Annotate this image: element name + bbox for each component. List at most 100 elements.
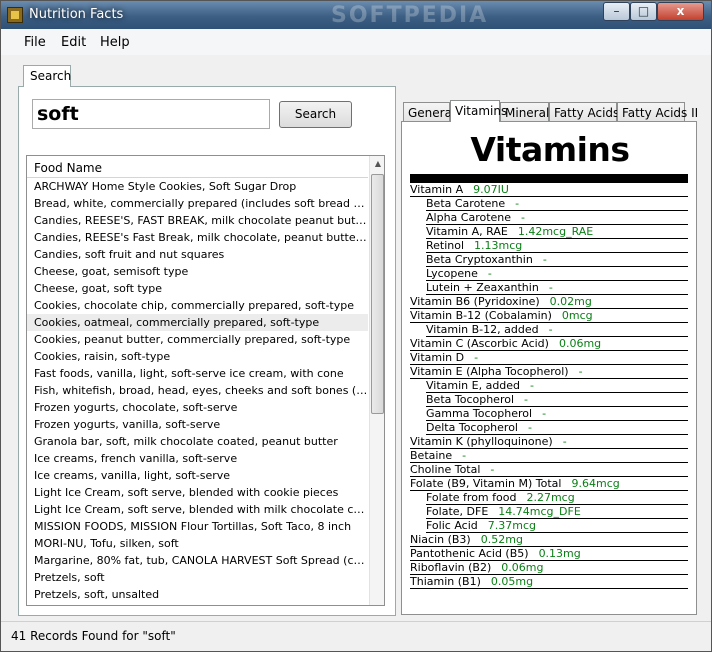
list-item[interactable]: Cookies, oatmeal, commercially prepared,…: [27, 314, 368, 331]
vitamin-value: 0.06mg: [501, 561, 544, 574]
vitamin-row: Vitamin D-: [410, 351, 688, 365]
scroll-up-icon[interactable]: ▲: [370, 156, 384, 172]
vitamin-row: Vitamin A 9.07IU: [410, 183, 688, 197]
list-item[interactable]: Candies, soft fruit and nut squares: [27, 246, 368, 263]
list-item[interactable]: Bread, white, commercially prepared (inc…: [27, 195, 368, 212]
list-item[interactable]: Light Ice Cream, soft serve, blended wit…: [27, 501, 368, 518]
list-item[interactable]: Fish, whitefish, broad, head, eyes, chee…: [27, 382, 368, 399]
close-button[interactable]: x: [657, 2, 704, 21]
vitamin-label: Vitamin E (Alpha Tocopherol): [410, 365, 569, 378]
vitamin-row: Folate (B9, Vitamin M) Total 9.64mcg: [410, 477, 688, 491]
list-item[interactable]: Granola bar, soft, milk chocolate coated…: [27, 433, 368, 450]
vitamin-label: Vitamin B-12 (Cobalamin): [410, 309, 552, 322]
vitamin-value: 7.37mcg: [487, 519, 536, 532]
list-item[interactable]: Fast foods, vanilla, light, soft-serve i…: [27, 365, 368, 382]
vitamin-label: Delta Tocopherol: [426, 421, 518, 434]
vitamin-value: 9.64mcg: [571, 477, 620, 490]
vitamin-label: Vitamin K (phylloquinone): [410, 435, 553, 448]
list-item[interactable]: Cookies, peanut butter, commercially pre…: [27, 331, 368, 348]
vitamin-label: Riboflavin (B2): [410, 561, 492, 574]
list-item[interactable]: Ice creams, vanilla, light, soft-serve: [27, 467, 368, 484]
vitamin-value: -: [530, 379, 535, 392]
vitamin-row: Alpha Carotene -: [426, 211, 688, 225]
tab-minerals[interactable]: Minerals: [500, 102, 556, 122]
vitamin-row: Beta Cryptoxanthin -: [426, 253, 688, 267]
list-item[interactable]: MORI-NU, Tofu, silken, soft: [27, 535, 368, 552]
vitamin-row: Vitamin B-12 (Cobalamin) 0mcg: [410, 309, 688, 323]
vitamin-value: 0.52mg: [480, 533, 523, 546]
list-item[interactable]: Cheese, goat, semisoft type: [27, 263, 368, 280]
vitamin-value: 9.07IU: [473, 183, 509, 196]
list-scrollbar[interactable]: ▲: [369, 156, 384, 605]
tab-vitamins[interactable]: Vitamins: [450, 100, 507, 122]
title-bar[interactable]: Nutrition Facts SOFTPEDIA – □ x: [1, 1, 711, 29]
search-button[interactable]: Search: [279, 101, 352, 128]
vitamin-value: -: [462, 449, 467, 462]
vitamin-label: Pantothenic Acid (B5): [410, 547, 529, 560]
vitamin-label: Folate, DFE: [426, 505, 489, 518]
menu-help[interactable]: Help: [100, 35, 130, 50]
vitamin-value: 0.06mg: [558, 337, 602, 350]
vitamin-label: Beta Carotene: [426, 197, 506, 210]
list-item[interactable]: Cookies, raisin, soft-type: [27, 348, 368, 365]
list-item[interactable]: Frozen yogurts, chocolate, soft-serve: [27, 399, 368, 416]
vitamin-value: -: [528, 421, 532, 434]
window-title: Nutrition Facts: [29, 7, 124, 22]
vitamin-label: Folate (B9, Vitamin M) Total: [410, 477, 562, 490]
list-item[interactable]: MISSION FOODS, MISSION Flour Tortillas, …: [27, 518, 368, 535]
menu-bar: File Edit Help: [1, 29, 711, 55]
vitamin-row: Vitamin E (Alpha Tocopherol) -: [410, 365, 688, 379]
tab-general[interactable]: General: [403, 102, 455, 122]
vitamin-value: -: [490, 463, 495, 476]
list-item[interactable]: Candies, REESE'S, FAST BREAK, milk choco…: [27, 212, 368, 229]
vitamin-label: Beta Tocopherol: [426, 393, 515, 406]
list-item[interactable]: Candies, REESE's Fast Break, milk chocol…: [27, 229, 368, 246]
vitamin-row: Niacin (B3) 0.52mg: [410, 533, 688, 547]
maximize-button[interactable]: □: [630, 2, 657, 21]
vitamin-row: Vitamin A, RAE 1.42mcg_RAE: [426, 225, 688, 239]
scroll-thumb[interactable]: [371, 174, 384, 414]
vitamin-row: Folic Acid 7.37mcg: [426, 519, 688, 533]
search-input[interactable]: soft: [32, 99, 270, 129]
vitamin-label: Vitamin C (Ascorbic Acid): [410, 337, 549, 350]
vitamin-row: Vitamin C (Ascorbic Acid) 0.06mg: [410, 337, 688, 351]
list-item[interactable]: Margarine, 80% fat, tub, CANOLA HARVEST …: [27, 552, 368, 569]
vitamin-value: -: [524, 393, 528, 406]
vitamin-value: -: [487, 267, 492, 280]
minimize-button[interactable]: –: [603, 2, 630, 21]
tab-fatty-acids-2[interactable]: Fatty Acids II: [617, 102, 698, 122]
status-text: 41 Records Found for "soft": [11, 629, 176, 643]
vitamin-row: Lycopene -: [426, 267, 688, 281]
menu-edit[interactable]: Edit: [61, 35, 86, 50]
vitamin-value: 14.74mcg_DFE: [498, 505, 581, 518]
list-item[interactable]: Light Ice Cream, soft serve, blended wit…: [27, 484, 368, 501]
list-item[interactable]: Cookies, chocolate chip, commercially pr…: [27, 297, 368, 314]
vitamin-row: Vitamin K (phylloquinone) -: [410, 435, 688, 449]
vitamin-label: Choline Total: [410, 463, 481, 476]
list-item[interactable]: Pretzels, soft, unsalted: [27, 586, 368, 603]
tab-search[interactable]: Search: [23, 65, 71, 87]
vitamin-label: Thiamin (B1): [410, 575, 481, 588]
vitamins-heading: Vitamins: [470, 130, 630, 169]
status-bar: 41 Records Found for "soft": [1, 621, 711, 651]
tab-fatty-acids-1[interactable]: Fatty Acids I: [549, 102, 627, 122]
vitamin-label: Beta Cryptoxanthin: [426, 253, 533, 266]
vitamin-label: Vitamin A, RAE: [426, 225, 508, 238]
list-item[interactable]: ARCHWAY Home Style Cookies, Soft Sugar D…: [27, 178, 368, 195]
vitamin-label: Gamma Tocopherol: [426, 407, 533, 420]
vitamin-value: 1.42mcg_RAE: [517, 225, 594, 238]
app-icon: [7, 7, 23, 23]
column-header-food-name[interactable]: Food Name: [27, 156, 368, 178]
vitamin-value: -: [548, 281, 553, 294]
vitamin-value: -: [521, 211, 526, 224]
vitamin-label: Lutein + Zeaxanthin: [426, 281, 539, 294]
list-item[interactable]: Cheese, goat, soft type: [27, 280, 368, 297]
vitamin-label: Vitamin B6 (Pyridoxine): [410, 295, 540, 308]
menu-file[interactable]: File: [24, 35, 46, 50]
vitamin-row: Thiamin (B1) 0.05mg: [410, 575, 688, 589]
vitamin-row: Retinol 1.13mcg: [426, 239, 688, 253]
vitamin-label: Vitamin E, added: [426, 379, 521, 392]
list-item[interactable]: Pretzels, soft: [27, 569, 368, 586]
list-item[interactable]: Frozen yogurts, vanilla, soft-serve: [27, 416, 368, 433]
list-item[interactable]: Ice creams, french vanilla, soft-serve: [27, 450, 368, 467]
